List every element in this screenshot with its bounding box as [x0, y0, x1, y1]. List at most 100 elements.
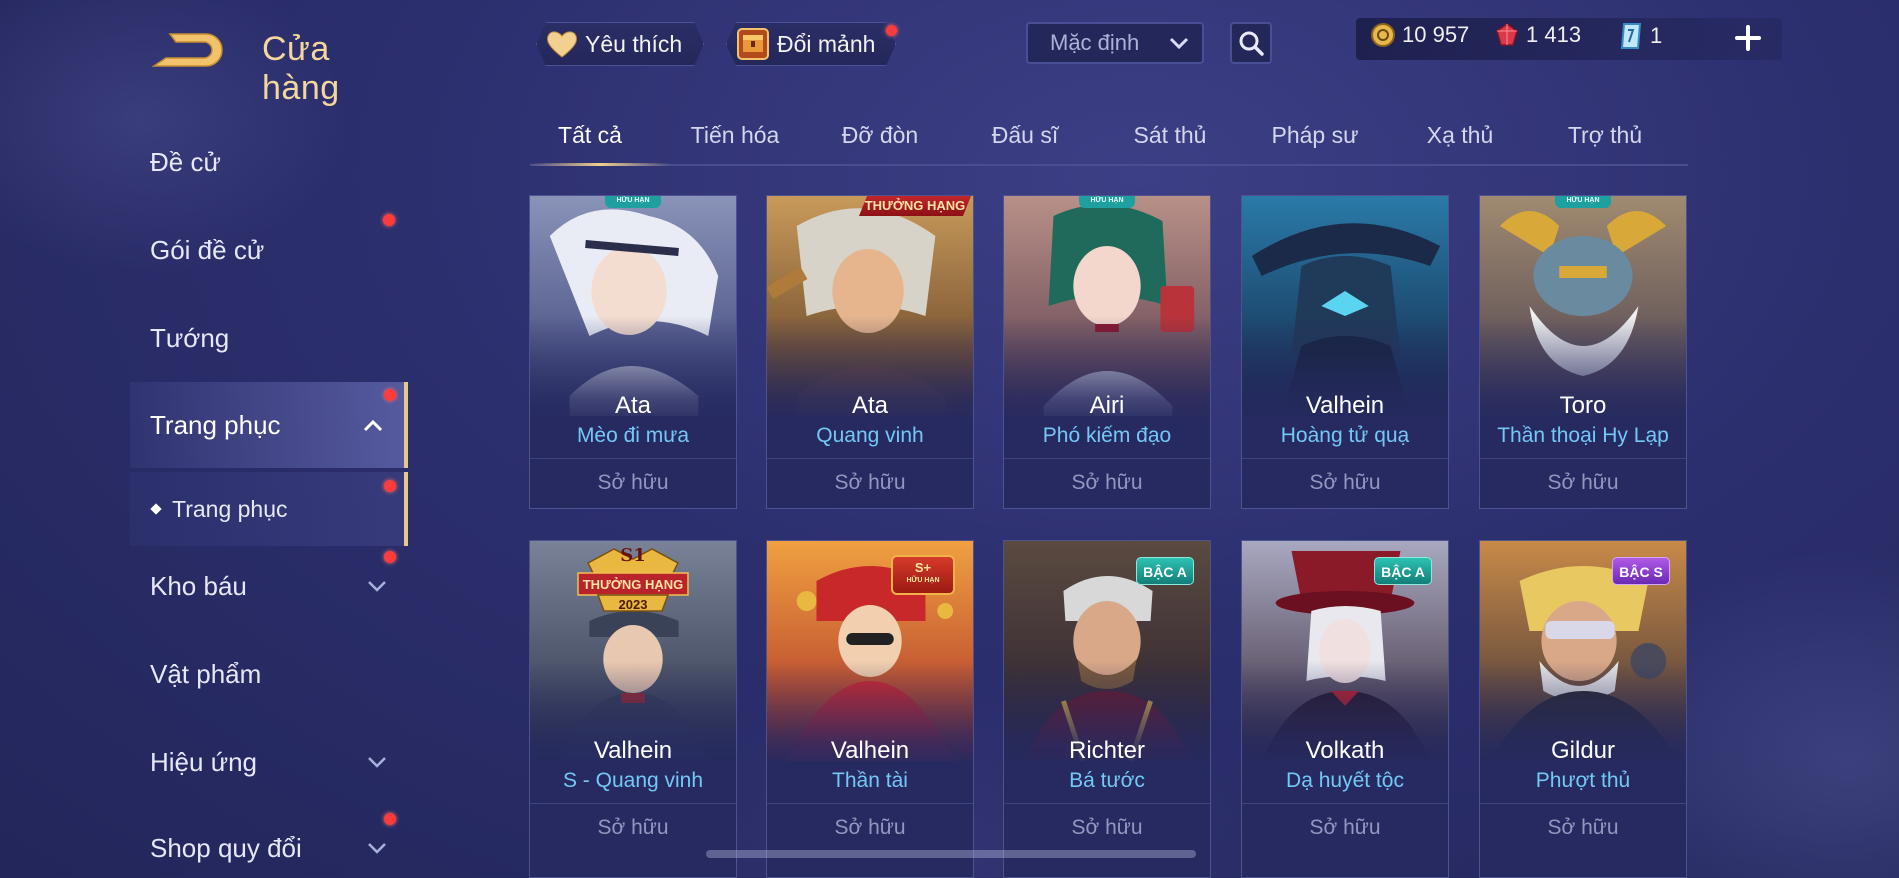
- skin-name: Thần tài: [832, 769, 908, 792]
- sidebar-item-label: Trang phục: [172, 495, 288, 522]
- hero-name: Gildur: [1550, 737, 1616, 764]
- sidebar-item-skins[interactable]: Trang phục: [130, 382, 408, 468]
- divider: [530, 803, 736, 804]
- skin-card[interactable]: S+ HỮU HẠN Valhein Thần tài Sở hữu: [766, 540, 974, 878]
- sidebar-item-items[interactable]: Vật phẩm: [130, 632, 408, 716]
- gem-balance: 1 413: [1494, 22, 1581, 48]
- sidebar-item-effects[interactable]: Hiệu ứng: [130, 720, 408, 804]
- owned-status: Sở hữu: [834, 816, 906, 839]
- limited-badge: HỮU HẠN: [605, 196, 661, 208]
- category-tabs: Tất cả Tiến hóa Đỡ đòn Đấu sĩ Sát thủ Ph…: [530, 112, 1688, 166]
- search-button[interactable]: [1230, 22, 1272, 64]
- hero-name: Valhein: [593, 737, 673, 764]
- chevron-down-icon: [368, 757, 386, 768]
- owned-status: Sở hữu: [1071, 471, 1143, 494]
- owned-status: Sở hữu: [1547, 471, 1619, 494]
- sidebar-item-heroes[interactable]: Tướng: [130, 296, 408, 380]
- skin-card[interactable]: THƯỞNG HẠNG Ata Quang vinh Sở hữu: [766, 195, 974, 509]
- skin-card[interactable]: Valhein Hoàng tử quạ Sở hữu: [1241, 195, 1449, 509]
- horizontal-scroll-indicator[interactable]: [706, 850, 1196, 858]
- heart-icon: [545, 29, 579, 59]
- limited-rank-badge: S+ HỮU HẠN: [891, 555, 955, 595]
- limited-label: HỮU HẠN: [906, 577, 940, 584]
- sort-dropdown-value: Mặc định: [1050, 30, 1140, 55]
- skin-card[interactable]: BẬC A Richter Bá tước Sở hữu: [1003, 540, 1211, 878]
- gold-balance: 10 957: [1370, 22, 1469, 48]
- sidebar: Cửa hàng Đề cử Gói đề cử Tướng Trang phụ…: [0, 0, 410, 878]
- notification-dot: [384, 480, 396, 492]
- hero-name: Ata: [851, 392, 889, 419]
- skin-card[interactable]: BẬC A Volkath Dạ huyết tộc Sở hữu: [1241, 540, 1449, 878]
- sidebar-item-recommended-packs[interactable]: Gói đề cử: [130, 208, 408, 292]
- chevron-down-icon: [1169, 37, 1189, 50]
- page-title: Cửa hàng: [262, 30, 340, 107]
- notification-dot: [384, 551, 396, 563]
- tab-support[interactable]: Trợ thủ: [1545, 122, 1665, 149]
- skin-card[interactable]: HỮU HẠN Toro Thần thoại Hy Lạp Sở hữu: [1479, 195, 1687, 509]
- tab-marksman[interactable]: Xạ thủ: [1400, 122, 1520, 149]
- divider: [1004, 803, 1210, 804]
- skin-card[interactable]: S1 THƯỞNG HẠNG 2023 Valhein S - Quang vi…: [529, 540, 737, 878]
- notification-dot: [384, 813, 396, 825]
- owned-status: Sở hữu: [1547, 816, 1619, 839]
- rank-label: S+: [914, 560, 932, 575]
- tab-evolution[interactable]: Tiến hóa: [675, 122, 795, 149]
- divider: [1242, 458, 1448, 459]
- divider: [1480, 458, 1686, 459]
- skin-name: Quang vinh: [816, 424, 924, 447]
- sidebar-item-label: Gói đề cử: [150, 234, 265, 265]
- owned-status: Sở hữu: [597, 816, 669, 839]
- sidebar-item-label: Đề cử: [150, 146, 221, 177]
- rank-s-badge: BẬC S: [1612, 557, 1670, 585]
- season-label: S1: [620, 545, 646, 566]
- skin-card[interactable]: BẬC S Gildur Phượt thủ Sở hữu: [1479, 540, 1687, 878]
- rank-reward-label: THƯỞNG HẠNG: [582, 577, 684, 592]
- sidebar-item-label: Trang phục: [150, 409, 281, 440]
- sidebar-subitem-skins[interactable]: Trang phục: [130, 472, 408, 546]
- skin-name: Dạ huyết tộc: [1286, 769, 1404, 792]
- rank-a-badge: BẬC A: [1136, 557, 1194, 585]
- sort-dropdown[interactable]: Mặc định: [1026, 22, 1204, 64]
- sidebar-item-label: Vật phẩm: [150, 658, 262, 689]
- hero-name: Toro: [1559, 392, 1607, 419]
- tab-tank[interactable]: Đỡ đòn: [820, 122, 940, 149]
- skin-name: S - Quang vinh: [562, 769, 704, 792]
- sidebar-item-recommended[interactable]: Đề cử: [130, 120, 408, 204]
- sidebar-item-label: Shop quy đổi: [150, 832, 302, 863]
- favorites-button[interactable]: Yêu thích: [536, 22, 704, 66]
- sidebar-item-treasure[interactable]: Kho báu: [130, 544, 408, 628]
- hero-name: Valhein: [1305, 392, 1385, 419]
- hero-name: Richter: [1068, 737, 1146, 764]
- sidebar-item-exchange-shop[interactable]: Shop quy đổi: [130, 806, 408, 878]
- back-button[interactable]: [150, 28, 230, 72]
- owned-status: Sở hữu: [1309, 471, 1381, 494]
- tab-assassin[interactable]: Sát thủ: [1110, 122, 1230, 149]
- voucher-card-icon: [1620, 23, 1642, 49]
- tab-all[interactable]: Tất cả: [530, 122, 650, 149]
- skin-card[interactable]: HỮU HẠN Airi Phó kiếm đạo Sở hữu: [1003, 195, 1211, 509]
- hero-name: Ata: [614, 392, 652, 419]
- chevron-up-icon: [363, 419, 383, 432]
- notification-dot: [886, 25, 897, 36]
- exchange-shards-label: Đổi mảnh: [777, 30, 876, 57]
- season-year-label: 2023: [618, 597, 648, 612]
- hero-name: Airi: [1089, 392, 1125, 419]
- exchange-shards-button[interactable]: Đổi mảnh: [726, 22, 896, 66]
- divider: [1242, 803, 1448, 804]
- sidebar-item-label: Kho báu: [150, 570, 247, 601]
- tab-mage[interactable]: Pháp sư: [1255, 122, 1375, 149]
- top-up-button[interactable]: [1730, 20, 1766, 56]
- skin-card[interactable]: HỮU HẠN Ata Mèo đi mưa Sở hữu: [529, 195, 737, 509]
- ruby-gem-icon: [1496, 23, 1518, 46]
- hero-name: Volkath: [1305, 737, 1385, 764]
- favorites-label: Yêu thích: [585, 30, 683, 57]
- skin-name: Thần thoại Hy Lạp: [1497, 424, 1669, 447]
- tab-fighter[interactable]: Đấu sĩ: [965, 122, 1085, 149]
- hero-name: Valhein: [830, 737, 910, 764]
- skin-name: Mèo đi mưa: [576, 424, 690, 447]
- notification-dot: [383, 214, 395, 226]
- skin-name: Phó kiếm đạo: [1042, 424, 1172, 447]
- divider: [767, 458, 973, 459]
- rank-a-badge: BẬC A: [1374, 557, 1432, 585]
- divider: [767, 803, 973, 804]
